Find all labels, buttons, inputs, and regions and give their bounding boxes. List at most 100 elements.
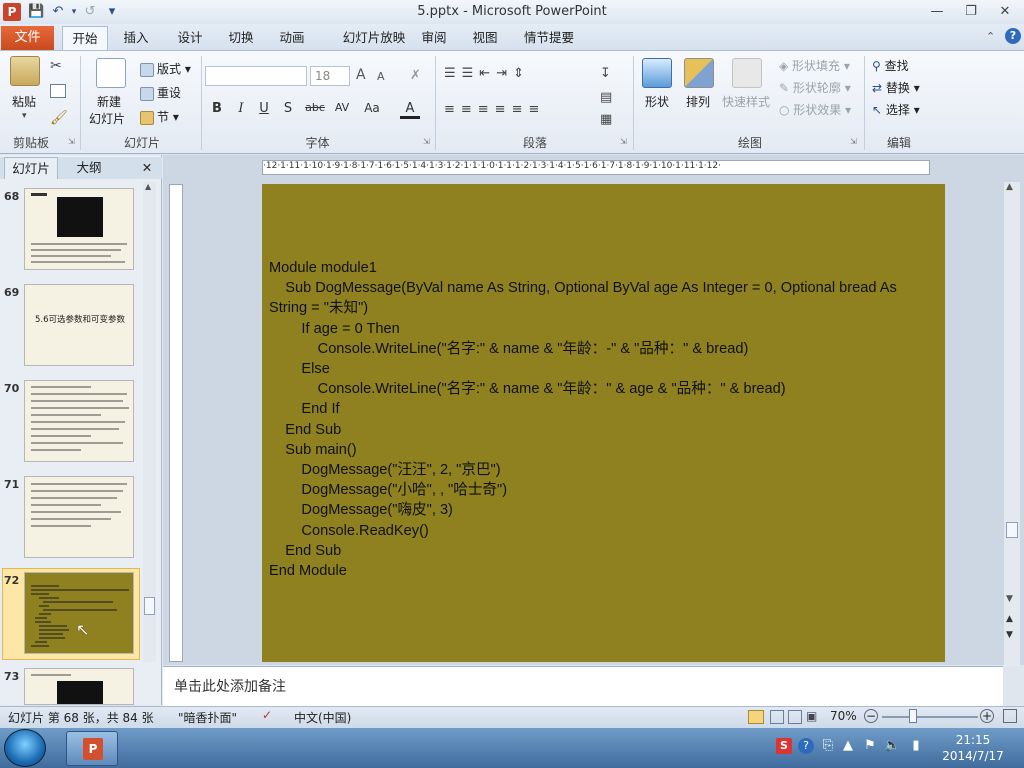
text-direction-icon[interactable]: ↧ <box>600 66 611 81</box>
help-icon[interactable]: ? <box>1005 28 1021 44</box>
scroll-up-icon[interactable]: ▲ <box>1006 182 1013 192</box>
scrollbar-thumb[interactable] <box>1006 522 1018 538</box>
change-case-button[interactable]: Aa <box>360 101 384 115</box>
font-size-combobox[interactable]: 18 <box>310 66 350 86</box>
shapes-icon[interactable] <box>642 58 672 88</box>
show-hidden-icons[interactable]: ▲ <box>840 738 856 754</box>
fit-slide-icon[interactable] <box>1003 709 1017 723</box>
minimize-ribbon-icon[interactable]: ⌃ <box>986 30 995 43</box>
shadow-button[interactable]: S <box>278 101 298 116</box>
shapes-button[interactable]: 形状 <box>645 93 669 110</box>
tab-slides-pane[interactable]: 幻灯片 <box>4 157 58 179</box>
normal-view-icon[interactable] <box>748 710 764 724</box>
sogou-input-icon[interactable]: S <box>776 738 792 754</box>
tab-animations[interactable]: 动画 <box>270 26 314 51</box>
strikethrough-button[interactable]: abc <box>302 101 328 114</box>
cut-icon[interactable]: ✂ <box>50 58 62 74</box>
code-text-box[interactable]: Module module1 Sub DogMessage(ByVal name… <box>269 258 945 581</box>
spell-check-icon[interactable]: ✓ <box>262 708 272 722</box>
font-name-combobox[interactable] <box>205 66 307 86</box>
notes-placeholder[interactable]: 单击此处添加备注 <box>174 676 286 696</box>
smartart-icon[interactable]: ▦ <box>600 112 612 127</box>
layout-button[interactable]: 版式 ▾ <box>140 60 191 77</box>
scrollbar-thumb[interactable] <box>144 597 155 615</box>
tab-design[interactable]: 设计 <box>168 26 212 51</box>
tab-insert[interactable]: 插入 <box>114 26 158 51</box>
shape-fill-button[interactable]: ◈ 形状填充 ▾ <box>779 57 850 74</box>
tab-transitions[interactable]: 切换 <box>219 26 263 51</box>
shape-effects-button[interactable]: ○ 形状效果 ▾ <box>779 101 851 118</box>
slide-canvas[interactable]: Module module1 Sub DogMessage(ByVal name… <box>262 184 945 662</box>
scroll-down-icon[interactable]: ▼ <box>1006 594 1013 604</box>
help-tray-icon[interactable]: ? <box>798 738 814 754</box>
network-icon[interactable]: ▮ <box>908 738 924 754</box>
tab-storyboarding[interactable]: 情节提要 <box>518 26 580 51</box>
clipboard-launcher-icon[interactable]: ⇲ <box>68 137 75 146</box>
paste-dropdown-icon[interactable]: ▾ <box>22 111 27 121</box>
close-button[interactable]: ✕ <box>990 2 1020 22</box>
arrange-button[interactable]: 排列 <box>686 93 710 110</box>
slide-thumbnail-70[interactable] <box>24 380 134 462</box>
editor-scrollbar[interactable]: ▲ ▼ ▲ ▼ <box>1004 182 1020 666</box>
reset-button[interactable]: 重设 <box>140 84 181 101</box>
system-clock[interactable]: 21:15 2014/7/17 <box>938 732 1008 764</box>
bold-button[interactable]: B <box>207 101 227 116</box>
character-spacing-button[interactable]: AV <box>330 101 354 114</box>
zoom-out-icon[interactable]: − <box>864 709 878 723</box>
language-bar-icon[interactable]: ⎘ <box>820 738 836 754</box>
start-button[interactable] <box>4 729 46 767</box>
tab-view[interactable]: 视图 <box>463 26 507 51</box>
tab-slideshow[interactable]: 幻灯片放映 <box>326 26 422 51</box>
replace-button[interactable]: ⇄ 替换 ▾ <box>872 79 920 96</box>
tab-outline-pane[interactable]: 大纲 <box>64 157 114 179</box>
tab-review[interactable]: 审阅 <box>412 26 456 51</box>
tab-file[interactable]: 文件 <box>1 26 54 50</box>
clear-formatting-icon[interactable]: ✗ <box>410 68 421 83</box>
volume-icon[interactable]: 🔈 <box>884 738 900 754</box>
copy-icon[interactable] <box>50 84 66 98</box>
paragraph-launcher-icon[interactable]: ⇲ <box>620 137 627 146</box>
scroll-up-icon[interactable]: ▲ <box>145 182 151 191</box>
quick-styles-button[interactable]: 快速样式 <box>722 93 770 110</box>
slideshow-view-icon[interactable]: ▣ <box>806 709 817 723</box>
action-center-icon[interactable]: ⚑ <box>862 738 878 754</box>
slide-thumbnail-71[interactable] <box>24 476 134 558</box>
italic-button[interactable]: I <box>231 101 251 116</box>
alignment-buttons-icon[interactable]: ≡≡≡≡≡≡ <box>444 102 545 117</box>
list-buttons-icon[interactable]: ☰☰⇤⇥⇕ <box>444 66 530 81</box>
arrange-icon[interactable] <box>684 58 714 88</box>
slide-thumbnail-69[interactable]: 5.6可选参数和可变参数 <box>24 284 134 366</box>
taskbar-powerpoint-button[interactable]: P <box>66 731 118 766</box>
font-color-button[interactable]: A <box>400 101 420 119</box>
zoom-in-icon[interactable]: + <box>980 709 994 723</box>
zoom-slider-track[interactable] <box>882 716 978 718</box>
tab-home[interactable]: 开始 <box>62 26 108 51</box>
slide-thumbnail-68[interactable] <box>24 188 134 270</box>
grow-font-button[interactable]: A <box>356 67 366 83</box>
previous-slide-icon[interactable]: ▲ <box>1006 614 1013 624</box>
underline-button[interactable]: U <box>254 101 274 116</box>
quick-styles-icon[interactable] <box>732 58 762 88</box>
align-text-icon[interactable]: ▤ <box>600 90 612 105</box>
find-button[interactable]: ⚲ 查找 <box>872 57 909 74</box>
restore-button[interactable]: ❐ <box>956 2 986 22</box>
drawing-launcher-icon[interactable]: ⇲ <box>850 137 857 146</box>
shrink-font-button[interactable]: A <box>377 70 385 83</box>
notes-pane[interactable] <box>163 666 1003 706</box>
slide-thumbnail-73[interactable] <box>24 668 134 705</box>
theme-name-status[interactable]: "暗香扑面" <box>178 709 237 726</box>
select-button[interactable]: ↖ 选择 ▾ <box>872 101 920 118</box>
format-painter-icon[interactable]: 🖌 <box>50 110 68 126</box>
slides-pane-scrollbar[interactable]: ▲ <box>143 182 156 662</box>
paste-icon[interactable] <box>10 56 40 86</box>
section-button[interactable]: 节 ▾ <box>140 108 179 125</box>
reading-view-icon[interactable] <box>788 710 802 724</box>
shape-outline-button[interactable]: ✎ 形状轮廓 ▾ <box>779 79 851 96</box>
slide-thumbnail-72[interactable] <box>24 572 134 654</box>
slide-sorter-view-icon[interactable] <box>770 710 784 724</box>
new-slide-icon[interactable] <box>96 58 126 88</box>
zoom-slider-thumb[interactable] <box>909 709 917 723</box>
close-pane-icon[interactable]: ✕ <box>138 157 156 179</box>
next-slide-icon[interactable]: ▼ <box>1006 630 1013 640</box>
zoom-level[interactable]: 70% <box>830 709 857 723</box>
